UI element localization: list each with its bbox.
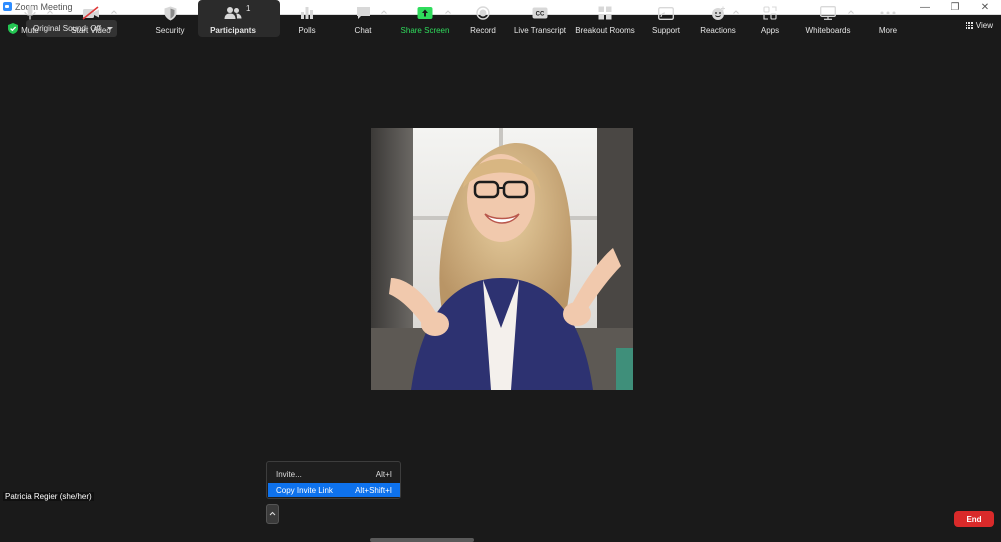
live-transcript-button[interactable]: CC Live Transcript <box>511 0 569 37</box>
closed-captions-icon: CC <box>532 4 548 22</box>
start-video-button[interactable]: Start Video <box>66 0 116 37</box>
horizontal-scrollbar[interactable] <box>370 538 474 542</box>
minimize-button[interactable]: — <box>910 0 940 15</box>
breakout-rooms-grid-icon <box>598 4 612 22</box>
participants-icon: 1 <box>224 4 250 22</box>
reactions-options-caret-icon[interactable] <box>733 9 739 15</box>
apps-label: Apps <box>760 26 780 35</box>
zoom-app-icon <box>3 2 12 11</box>
record-label: Record <box>470 26 496 35</box>
emoji-smile-icon <box>711 4 726 22</box>
participants-label: Participants <box>210 26 256 35</box>
more-ellipsis-icon <box>880 4 896 22</box>
video-off-icon <box>82 4 100 22</box>
support-button[interactable]: Support <box>648 0 684 37</box>
share-screen-icon <box>417 4 433 22</box>
polls-bar-chart-icon <box>300 4 314 22</box>
security-button[interactable]: Security <box>152 0 188 37</box>
polls-button[interactable]: Polls <box>292 0 322 37</box>
copy-invite-link-label: Copy Invite Link <box>276 485 333 495</box>
microphone-icon <box>24 4 36 22</box>
invite-menu-item[interactable]: Invite... Alt+I <box>268 467 400 481</box>
close-button[interactable]: ✕ <box>970 0 1000 15</box>
share-screen-button[interactable]: Share Screen <box>398 0 452 37</box>
more-button[interactable]: More <box>873 0 903 37</box>
view-button[interactable]: View <box>965 21 993 30</box>
participants-button[interactable]: 1 Participants <box>198 0 280 37</box>
support-label: Support <box>651 26 681 35</box>
meeting-toolbar <box>0 501 1001 538</box>
support-screen-icon <box>658 4 674 22</box>
share-options-caret-icon[interactable] <box>445 9 451 15</box>
invite-shortcut: Alt+I <box>375 469 392 479</box>
participants-options-caret-icon[interactable] <box>266 504 279 524</box>
chat-options-caret-icon[interactable] <box>381 9 387 15</box>
polls-label: Polls <box>298 26 316 35</box>
security-label: Security <box>155 26 185 35</box>
live-transcript-label: Live Transcript <box>513 26 567 35</box>
invite-label: Invite... <box>276 469 302 479</box>
security-shield-icon <box>164 4 177 22</box>
copy-invite-link-menu-item[interactable]: Copy Invite Link Alt+Shift+I <box>268 483 400 497</box>
bottom-strip <box>0 538 1001 542</box>
mute-button[interactable]: Mute <box>14 0 46 37</box>
whiteboards-label: Whiteboards <box>805 26 851 35</box>
share-screen-label: Share Screen <box>400 26 450 35</box>
mute-label: Mute <box>21 26 39 35</box>
whiteboards-options-caret-icon[interactable] <box>848 9 854 15</box>
more-label: More <box>878 26 898 35</box>
video-options-caret-icon[interactable] <box>111 9 117 15</box>
audio-options-caret-icon[interactable] <box>47 9 53 15</box>
invite-menu: Invite... Alt+I Copy Invite Link Alt+Shi… <box>266 461 401 499</box>
copy-invite-link-shortcut: Alt+Shift+I <box>355 485 392 495</box>
reactions-label: Reactions <box>700 26 736 35</box>
whiteboard-icon <box>820 4 836 22</box>
restore-button[interactable]: ❐ <box>940 0 970 15</box>
chat-button[interactable]: Chat <box>348 0 378 37</box>
chat-label: Chat <box>354 26 372 35</box>
participant-video-tile[interactable] <box>371 128 633 390</box>
participant-photo <box>371 128 633 390</box>
apps-icon <box>763 4 777 22</box>
grid-icon <box>965 22 973 29</box>
whiteboards-button[interactable]: Whiteboards <box>803 0 853 37</box>
svg-text:CC: CC <box>536 12 545 18</box>
record-icon <box>476 4 490 22</box>
breakout-rooms-button[interactable]: Breakout Rooms <box>574 0 636 37</box>
apps-button[interactable]: Apps <box>755 0 785 37</box>
start-video-label: Start Video <box>71 26 111 35</box>
view-label: View <box>975 21 993 30</box>
breakout-rooms-label: Breakout Rooms <box>575 26 635 35</box>
chat-bubble-icon <box>356 4 371 22</box>
end-meeting-button[interactable]: End <box>954 511 994 527</box>
participants-count: 1 <box>246 4 251 13</box>
record-button[interactable]: Record <box>465 0 501 37</box>
reactions-button[interactable]: Reactions <box>698 0 738 37</box>
